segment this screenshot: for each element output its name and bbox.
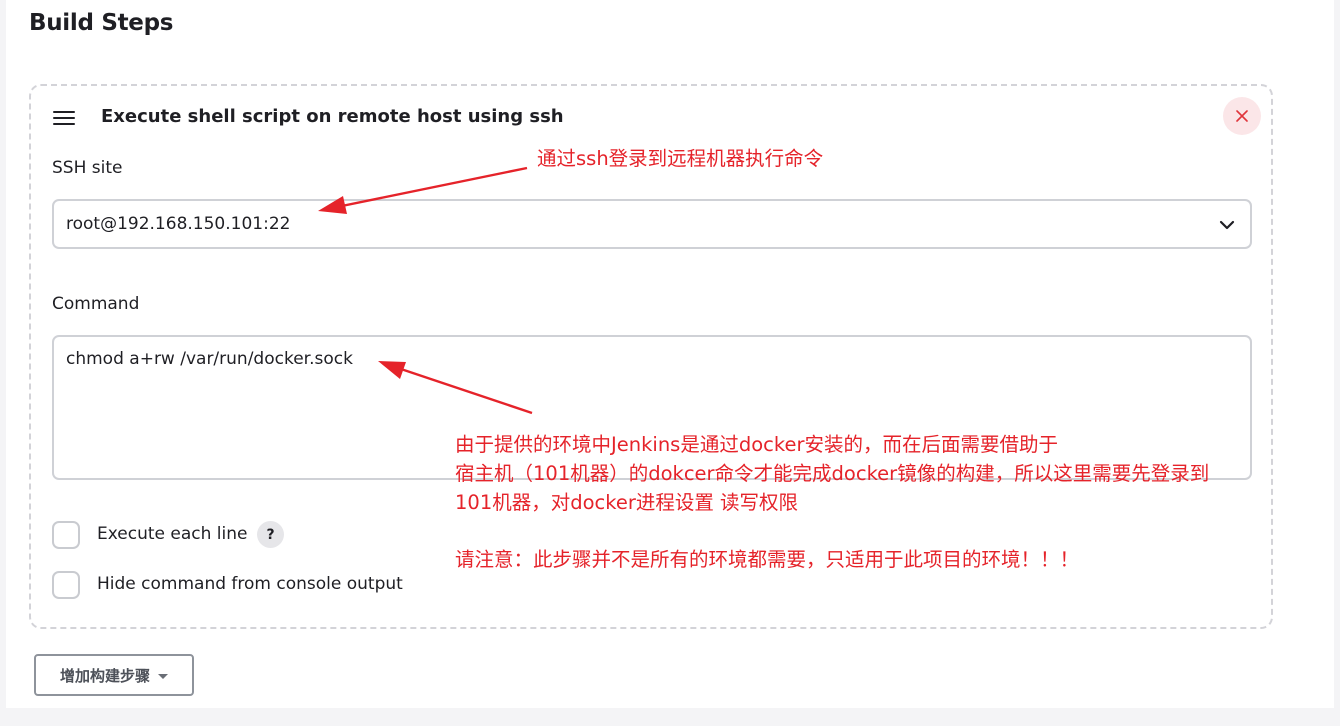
- add-build-step-button[interactable]: 增加构建步骤: [34, 654, 194, 696]
- chevron-down-icon: [1219, 220, 1235, 230]
- annotation-notice: 请注意：此步骤并不是所有的环境都需要，只适用于此项目的环境！！！: [455, 548, 1080, 571]
- hamburger-icon[interactable]: [53, 111, 75, 125]
- ssh-site-select[interactable]: root@192.168.150.101:22: [52, 199, 1252, 249]
- annotation-ssh: 通过ssh登录到远程机器执行命令: [537, 147, 824, 170]
- command-value: chmod a+rw /var/run/docker.sock: [66, 349, 353, 369]
- execute-each-line-label: Execute each line: [97, 524, 248, 544]
- annotation-line-3: 101机器，对docker进程设置 读写权限: [455, 491, 799, 514]
- hide-command-checkbox[interactable]: [52, 571, 80, 599]
- ssh-site-value: root@192.168.150.101:22: [66, 214, 291, 234]
- add-build-step-label: 增加构建步骤: [59, 666, 150, 685]
- ssh-site-label: SSH site: [52, 158, 123, 178]
- caret-down-icon: [158, 673, 168, 679]
- annotation-line-2: 宿主机（101机器）的dokcer命令才能完成docker镜像的构建，所以这里需…: [455, 462, 1210, 485]
- section-title: Build Steps: [29, 10, 174, 36]
- annotation-line-1: 由于提供的环境中Jenkins是通过docker安装的，而在后面需要借助于: [455, 433, 1058, 456]
- hide-command-label: Hide command from console output: [97, 574, 403, 594]
- step-title: Execute shell script on remote host usin…: [101, 106, 564, 127]
- command-textarea[interactable]: chmod a+rw /var/run/docker.sock: [52, 335, 1252, 480]
- command-label: Command: [52, 294, 140, 314]
- bottom-strip: [0, 708, 1340, 726]
- help-icon[interactable]: ?: [257, 521, 284, 548]
- execute-each-line-checkbox[interactable]: [52, 521, 80, 549]
- close-icon: [1236, 110, 1248, 122]
- delete-step-button[interactable]: [1223, 97, 1261, 135]
